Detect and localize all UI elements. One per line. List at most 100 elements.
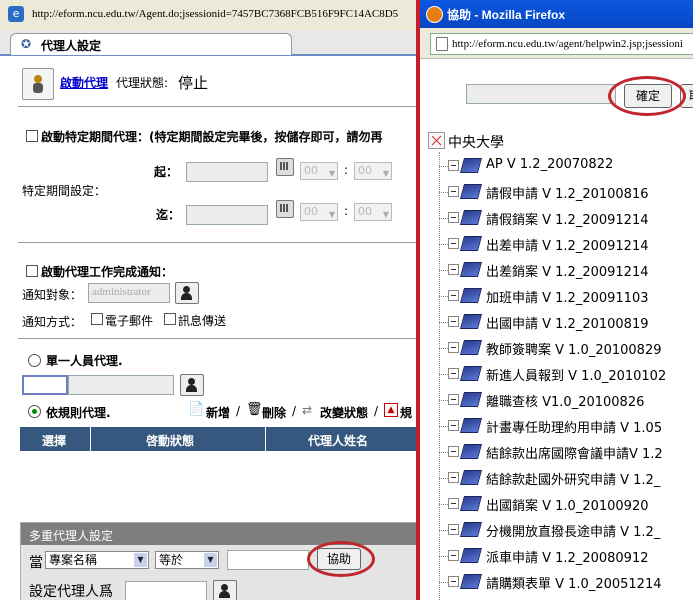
expand-icon[interactable]: [448, 342, 459, 353]
expand-icon[interactable]: [448, 420, 459, 431]
tree-node-label[interactable]: 出差銷案 V 1.2_20091214: [486, 261, 649, 280]
notify-checkbox[interactable]: [26, 265, 38, 277]
condition-value-input[interactable]: [227, 550, 309, 570]
set-proxy-input[interactable]: [125, 581, 207, 600]
expand-icon[interactable]: [448, 264, 459, 275]
firefox-icon: [426, 6, 443, 23]
help-search-input[interactable]: [466, 84, 616, 104]
tree-node-label[interactable]: 新進人員報到 V 1.0_2010102: [486, 365, 666, 384]
rule-proxy-radio[interactable]: [28, 405, 41, 418]
tree-node-label[interactable]: 請購類表單 V 1.0_20051214: [486, 573, 662, 592]
change-status-link[interactable]: 改變狀態: [320, 404, 368, 421]
end-date-input[interactable]: [186, 205, 268, 225]
tree-node-label[interactable]: 出國申請 V 1.2_20100819: [486, 313, 649, 332]
expand-icon[interactable]: [448, 524, 459, 535]
form-book-icon: [459, 574, 483, 589]
set-proxy-person-picker[interactable]: [213, 580, 237, 600]
expand-icon[interactable]: [448, 290, 459, 301]
expand-icon[interactable]: [448, 394, 459, 405]
delete-link[interactable]: 刪除: [262, 404, 286, 421]
operator-select[interactable]: 等於 ▼: [155, 551, 219, 569]
expand-icon[interactable]: [448, 498, 459, 509]
tree-root-label[interactable]: 中央大學: [448, 132, 504, 152]
expand-icon[interactable]: [448, 160, 459, 171]
tree-node-label[interactable]: AP V 1.2_20070822: [486, 157, 613, 172]
tree-node-label[interactable]: 出差申請 V 1.2_20091214: [486, 235, 649, 254]
end-calendar-icon[interactable]: [276, 200, 294, 218]
tree-branch-line: [439, 478, 448, 480]
switch-icon[interactable]: ⇄: [302, 403, 312, 417]
end-hour-select[interactable]: 00 ▼: [300, 203, 338, 221]
expand-icon[interactable]: [448, 472, 459, 483]
expand-icon[interactable]: [448, 550, 459, 561]
notify-message-label: 訊息傳送: [178, 314, 227, 328]
popup-url[interactable]: http://eform.ncu.edu.tw/agent/helpwin2.j…: [452, 38, 683, 50]
tree-node-label[interactable]: 教師簽聘案 V 1.0_20100829: [486, 339, 662, 358]
col-divider: [90, 427, 91, 451]
popup-address-bar[interactable]: http://eform.ncu.edu.tw/agent/helpwin2.j…: [420, 28, 693, 59]
tree-node-label[interactable]: 請假申請 V 1.2_20100816: [486, 183, 649, 202]
start-date-input[interactable]: [186, 162, 268, 182]
rule-icon[interactable]: ▲: [384, 403, 398, 417]
rule-proxy-label: 依規則代理.: [46, 406, 111, 420]
tree-branch-line: [439, 270, 448, 272]
form-book-icon: [459, 470, 483, 485]
notify-email-checkbox[interactable]: [91, 313, 103, 325]
divider: [18, 106, 416, 107]
expand-icon[interactable]: [448, 238, 459, 249]
expand-icon[interactable]: [448, 186, 459, 197]
expand-icon[interactable]: [448, 576, 459, 587]
tree-node-label[interactable]: 派車申請 V 1.2_20080912: [486, 547, 649, 566]
address-url[interactable]: http://eform.ncu.edu.tw/Agent.do;jsessio…: [32, 8, 398, 20]
single-proxy-input[interactable]: [22, 375, 68, 395]
end-minute-select[interactable]: 00 ▼: [354, 203, 392, 221]
proxy-status-value: 停止: [178, 74, 209, 92]
when-label: 當: [29, 555, 43, 571]
toolbar-sep: /: [236, 404, 241, 418]
tree-node-label[interactable]: 結餘款出席國際會議申請V 1.2: [486, 443, 663, 462]
tree-branch-line: [439, 452, 448, 454]
set-proxy-label: 設定代理人爲: [29, 584, 113, 600]
start-time-colon: :: [344, 163, 349, 177]
window-title: 協助 - Mozilla Firefox: [447, 8, 566, 22]
notify-message-checkbox[interactable]: [164, 313, 176, 325]
tree-branch-line: [439, 582, 448, 584]
expand-icon[interactable]: [448, 368, 459, 379]
tree-node-label[interactable]: 請假銷案 V 1.2_20091214: [486, 209, 649, 228]
tree-node-label[interactable]: 出國銷案 V 1.0_20100920: [486, 495, 649, 514]
add-icon[interactable]: 📄: [188, 402, 204, 417]
address-bar[interactable]: e http://eform.ncu.edu.tw/Agent.do;jsess…: [0, 0, 418, 31]
proxy-status-label: 代理狀態:: [116, 76, 169, 90]
tree-branch-line: [439, 504, 448, 506]
divider: [18, 338, 416, 339]
col-select: 選擇: [42, 434, 67, 448]
expand-icon[interactable]: [448, 446, 459, 457]
tree-node-label[interactable]: 加班申請 V 1.2_20091103: [486, 287, 649, 306]
single-proxy-radio[interactable]: [28, 354, 41, 367]
expand-icon[interactable]: [448, 316, 459, 327]
start-minute-select[interactable]: 00 ▼: [354, 162, 392, 180]
tab-proxy-settings[interactable]: ✪ 代理人設定: [10, 33, 292, 55]
toolbar-sep: /: [292, 404, 297, 418]
tree-node-label[interactable]: 結餘款赴國外研究申請 V 1.2_: [486, 469, 660, 488]
single-proxy-person-picker[interactable]: [180, 374, 204, 396]
notify-target-person-picker[interactable]: [175, 282, 199, 304]
period-proxy-checkbox[interactable]: [26, 130, 38, 142]
start-hour-select[interactable]: 00 ▼: [300, 162, 338, 180]
enable-proxy-link[interactable]: 啟動代理: [60, 74, 108, 91]
tree-node-label[interactable]: 離職查核 V1.0_20100826: [486, 391, 644, 410]
start-calendar-icon[interactable]: [276, 158, 294, 176]
trash-icon[interactable]: 🗑: [246, 402, 263, 417]
field-select[interactable]: 專案名稱 ▼: [45, 551, 149, 569]
form-book-icon: [459, 366, 483, 381]
notify-target-input[interactable]: administrator: [88, 283, 170, 303]
rule-link[interactable]: 規: [400, 404, 412, 421]
tree-node-label[interactable]: 分機開放直撥長途申請 V 1.2_: [486, 521, 660, 540]
end-label: 迄：: [156, 208, 181, 222]
tree-node-label[interactable]: 計畫專任助理約用申請 V 1.05: [486, 417, 662, 436]
tree-branch-line: [439, 556, 448, 558]
form-book-icon: [459, 314, 483, 329]
enable-proxy-icon-button[interactable]: [22, 68, 54, 100]
expand-icon[interactable]: [448, 212, 459, 223]
add-link[interactable]: 新增: [206, 404, 230, 421]
